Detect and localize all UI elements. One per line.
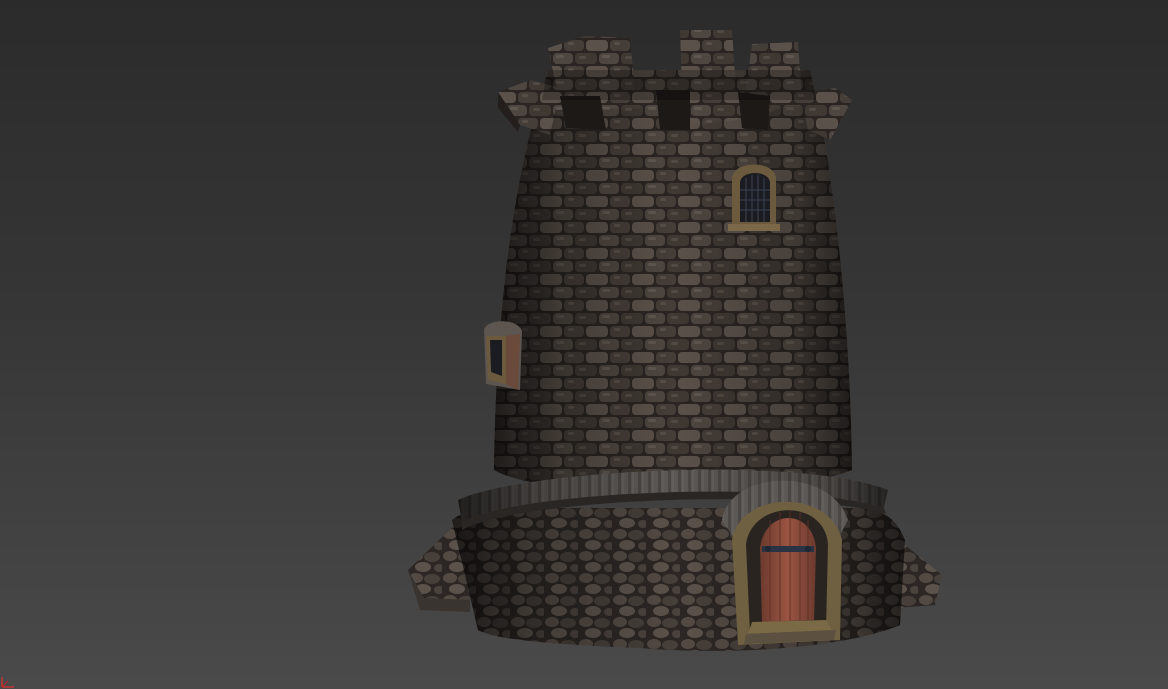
tower-base xyxy=(408,506,942,651)
upper-window xyxy=(728,164,780,231)
3d-viewport[interactable] xyxy=(0,0,1168,689)
side-window xyxy=(484,321,522,390)
tower-render xyxy=(408,30,942,651)
door[interactable] xyxy=(722,480,848,645)
axis-gizmo-icon xyxy=(1,677,14,688)
